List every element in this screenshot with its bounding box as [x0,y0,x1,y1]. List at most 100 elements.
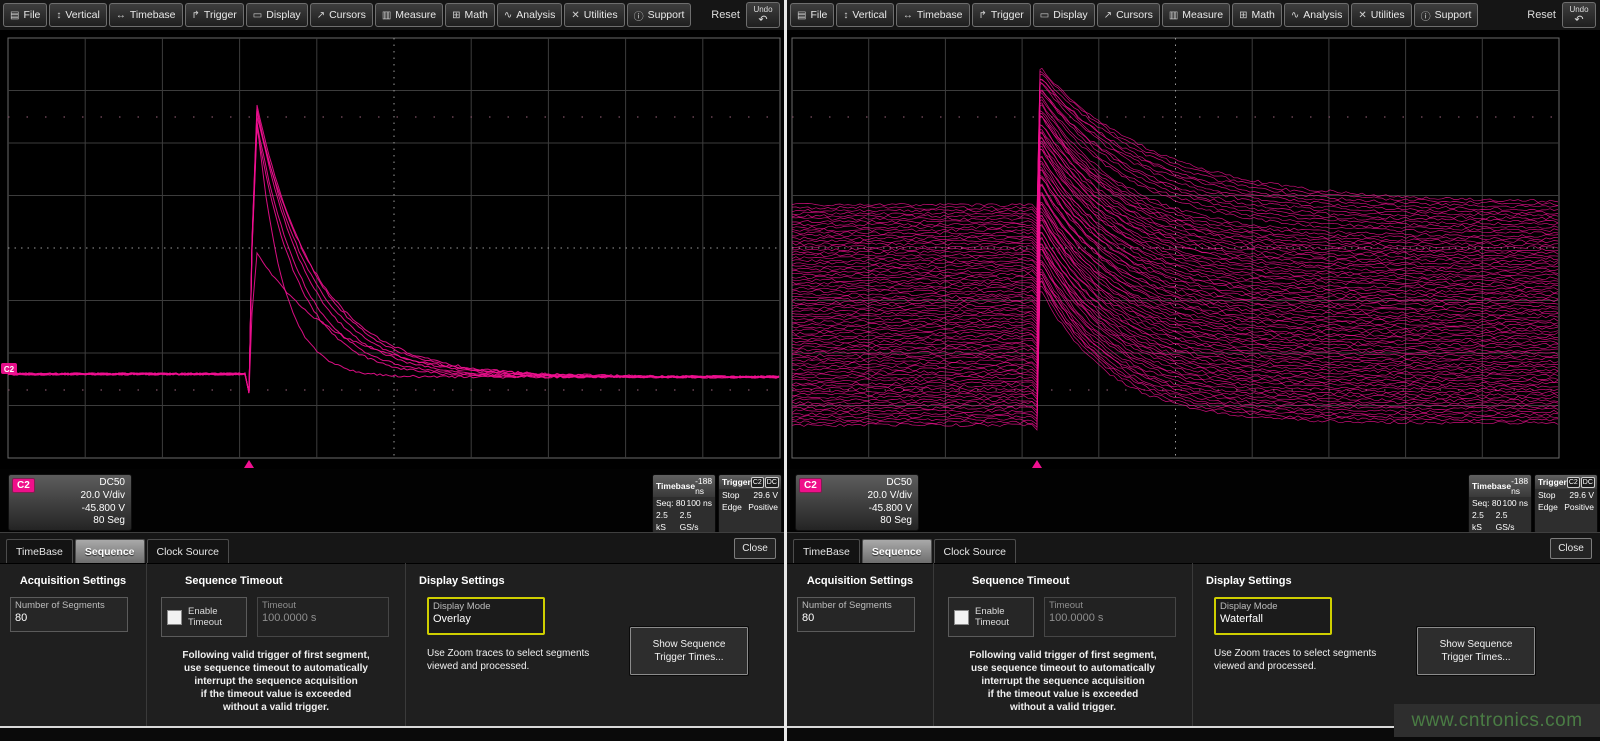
display-mode-value: Overlay [429,612,543,626]
menu-right-group: Reset Undo ↶ [1527,2,1598,28]
menu-support-button[interactable]: ⓘSupport [1414,3,1479,27]
menu-display-button[interactable]: ▭Display [1033,3,1095,27]
acquisition-settings-section: Acquisition Settings Number of Segments … [787,563,933,727]
display-settings-heading: Display Settings [419,575,505,587]
undo-button[interactable]: Undo ↶ [1562,2,1596,28]
tab-sequence[interactable]: Sequence [862,539,932,563]
undo-icon: ↶ [758,14,767,26]
menu-item-label: Display [266,9,300,21]
enable-timeout-checkbox[interactable]: Enable Timeout [948,597,1034,637]
menu-utilities-button[interactable]: ✕Utilities [1351,3,1411,27]
enable-timeout-checkbox[interactable]: Enable Timeout [161,597,247,637]
trigger-source-chips: C2 DC [1567,477,1595,488]
trigger-slope: Positive [1564,501,1594,513]
menu-cursors-button[interactable]: ↗Cursors [1097,3,1160,27]
menu-measure-button[interactable]: ▥Measure [1162,3,1230,27]
tab-timebase[interactable]: TimeBase [6,539,73,563]
menu-bar: ▤File↕Vertical↔Timebase↱Trigger▭Display↗… [787,0,1600,31]
timeout-note-line: use sequence timeout to automatically [940,662,1186,675]
trigger-position-marker[interactable] [1032,460,1042,468]
menu-item-label: Vertical [852,9,886,21]
enable-timeout-label: Enable Timeout [188,606,234,628]
menu-timebase-button[interactable]: ↔Timebase [109,3,183,27]
close-button[interactable]: Close [734,538,776,559]
trigger-source-chip: C2 [1567,477,1580,488]
trigger-position-marker[interactable] [244,460,254,468]
timebase-samplerate: 2.5 GS/s [1496,509,1528,533]
menu-measure-button[interactable]: ▥Measure [375,3,443,27]
channel-c2-descriptor[interactable]: C2 DC50 20.0 V/div -45.800 V 80 Seg [8,474,132,531]
undo-button[interactable]: Undo ↶ [746,2,780,28]
menu-trigger-button[interactable]: ↱Trigger [185,3,244,27]
display-settings-heading: Display Settings [1206,575,1292,587]
timebase-sequence-dialog: TimeBaseSequenceClock Source Close Acqui… [0,532,784,727]
timebase-descriptor[interactable]: Timebase -188 ns Seq: 80 100 ns 2.5 kS 2… [652,474,716,534]
tab-clock-source[interactable]: Clock Source [147,539,229,563]
menu-display-button[interactable]: ▭Display [246,3,308,27]
scope-grid-and-trace: C2 [0,31,784,469]
menu-file-button[interactable]: ▤File [790,3,834,27]
reset-button[interactable]: Reset [1527,9,1556,21]
menu-right-group: Reset Undo ↶ [711,2,782,28]
zoom-traces-note: Use Zoom traces to select segments viewe… [1214,647,1379,673]
display-mode-select[interactable]: Display Mode Waterfall [1214,597,1332,635]
show-sequence-trigger-times-button[interactable]: Show Sequence Trigger Times... [1417,627,1535,675]
trigger-edge-icon: ↱ [192,10,200,21]
cursor-arrow-icon: ↗ [317,10,325,21]
menu-analysis-button[interactable]: ∿Analysis [1284,3,1350,27]
number-of-segments-field[interactable]: Number of Segments 80 [797,597,915,632]
reset-button[interactable]: Reset [711,9,740,21]
trigger-slope: Positive [748,501,778,513]
menu-vertical-button[interactable]: ↕Vertical [836,3,893,27]
number-of-segments-label: Number of Segments [11,598,127,611]
trigger-edge-icon: ↱ [979,10,987,21]
tab-clock-source[interactable]: Clock Source [934,539,1016,563]
close-button[interactable]: Close [1550,538,1592,559]
acquisition-settings-heading: Acquisition Settings [0,575,146,587]
tab-timebase[interactable]: TimeBase [793,539,860,563]
channel-c2-descriptor[interactable]: C2 DC50 20.0 V/div -45.800 V 80 Seg [795,474,919,531]
bottom-bar [0,726,784,741]
menu-timebase-button[interactable]: ↔Timebase [896,3,970,27]
waveform-display-area[interactable] [787,31,1600,469]
timebase-per-div: 100 ns [686,497,712,509]
timebase-samples: 2.5 kS [656,509,680,533]
channel-coupling: DC50 [81,477,125,490]
scope-grid-and-trace [787,31,1600,469]
sequence-tab-body: Acquisition Settings Number of Segments … [0,563,784,727]
channel-info: DC50 20.0 V/div -45.800 V 80 Seg [81,477,125,528]
timebase-descriptor[interactable]: Timebase -188 ns Seq: 80 100 ns 2.5 kS 2… [1468,474,1532,534]
show-sequence-trigger-times-button[interactable]: Show Sequence Trigger Times... [630,627,748,675]
channel-segments: 80 Seg [868,515,912,528]
menu-vertical-button[interactable]: ↕Vertical [49,3,106,27]
watermark: www.cntronics.com [1394,704,1600,737]
trigger-descriptor[interactable]: Trigger C2 DC Stop 29.6 V Edge Positive [1534,474,1598,534]
channel-offset: -45.800 V [81,503,125,516]
menu-math-button[interactable]: ⊞Math [1232,3,1282,27]
trigger-coupling-chip: DC [1581,477,1595,488]
menu-file-button[interactable]: ▤File [3,3,47,27]
menu-item-label: Analysis [516,9,555,21]
cursor-arrow-icon: ↗ [1104,10,1112,21]
sequence-tab-body: Acquisition Settings Number of Segments … [787,563,1600,727]
menu-support-button[interactable]: ⓘSupport [627,3,692,27]
menu-utilities-button[interactable]: ✕Utilities [564,3,624,27]
undo-label: Undo [753,5,772,14]
trigger-level: 29.6 V [1569,489,1594,501]
tab-sequence[interactable]: Sequence [75,539,145,563]
menu-item-label: Cursors [329,9,366,21]
display-mode-label: Display Mode [1216,599,1330,612]
dual-scope-comparison: ▤File↕Vertical↔Timebase↱Trigger▭Display↗… [0,0,1600,741]
number-of-segments-field[interactable]: Number of Segments 80 [10,597,128,632]
display-mode-select[interactable]: Display Mode Overlay [427,597,545,635]
menu-analysis-button[interactable]: ∿Analysis [497,3,563,27]
file-icon: ▤ [10,10,19,21]
channel-zero-level-indicator: C2 [4,365,15,374]
waveform-display-area[interactable]: C2 [0,31,784,469]
vertical-arrows-icon: ↕ [56,10,61,21]
oscilloscope-panel-overlay: ▤File↕Vertical↔Timebase↱Trigger▭Display↗… [0,0,784,741]
menu-trigger-button[interactable]: ↱Trigger [972,3,1031,27]
menu-math-button[interactable]: ⊞Math [445,3,495,27]
menu-cursors-button[interactable]: ↗ Cursors [310,3,373,27]
trigger-descriptor[interactable]: Trigger C2 DC Stop 29.6 V Edge Positive [718,474,782,534]
